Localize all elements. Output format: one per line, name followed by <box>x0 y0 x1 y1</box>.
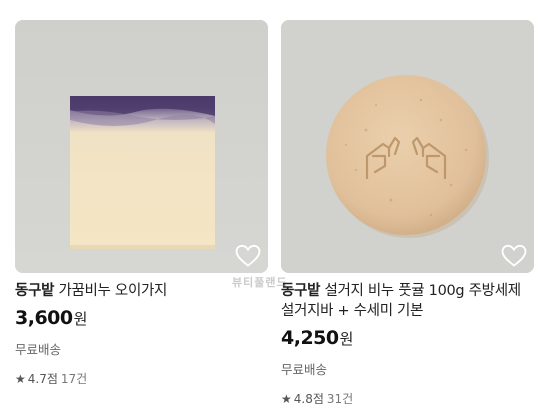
product-price: 3,600 <box>15 307 73 329</box>
product-image[interactable] <box>15 20 268 273</box>
shipping-info: 무료배송 <box>15 342 62 357</box>
rating-value: 4.7점 <box>27 372 58 386</box>
rating-row: ★ 4.7점 17건 <box>15 370 268 387</box>
price-unit: 원 <box>73 310 88 328</box>
product-title[interactable]: 동구밭 설거지 비누 풋귤 100g 주방세제 설거지바 + 수세미 기본 <box>281 281 534 321</box>
review-count: 17건 <box>60 372 88 386</box>
star-icon: ★ <box>15 371 26 386</box>
heart-outline-icon[interactable] <box>501 244 527 268</box>
product-image[interactable] <box>281 20 534 273</box>
product-brand: 동구밭 <box>15 283 55 299</box>
price-unit: 원 <box>339 330 354 348</box>
product-name: 가꿈비누 오이가지 <box>58 283 168 299</box>
product-grid: 동구밭 가꿈비누 오이가지 3,600 원 무료배송 ★ 4.7점 17건 동구… <box>0 0 546 414</box>
rating-row: ★ 4.8점 31건 <box>281 390 534 407</box>
cucumber-eggplant-soap-image <box>15 20 268 273</box>
product-price: 4,250 <box>281 327 339 349</box>
shipping-info: 무료배송 <box>281 362 328 377</box>
review-count: 31건 <box>326 392 354 406</box>
product-brand: 동구밭 <box>281 283 321 299</box>
product-card[interactable]: 동구밭 설거지 비누 풋귤 100g 주방세제 설거지바 + 수세미 기본 4,… <box>281 20 534 407</box>
dish-soap-bar-image <box>281 20 534 273</box>
rating-value: 4.8점 <box>293 392 324 406</box>
product-title[interactable]: 동구밭 가꿈비누 오이가지 <box>15 281 268 301</box>
price-row: 3,600 원 <box>15 307 268 329</box>
price-row: 4,250 원 <box>281 327 534 349</box>
star-icon: ★ <box>281 391 292 406</box>
product-card[interactable]: 동구밭 가꿈비누 오이가지 3,600 원 무료배송 ★ 4.7점 17건 <box>15 20 268 387</box>
heart-outline-icon[interactable] <box>235 244 261 268</box>
